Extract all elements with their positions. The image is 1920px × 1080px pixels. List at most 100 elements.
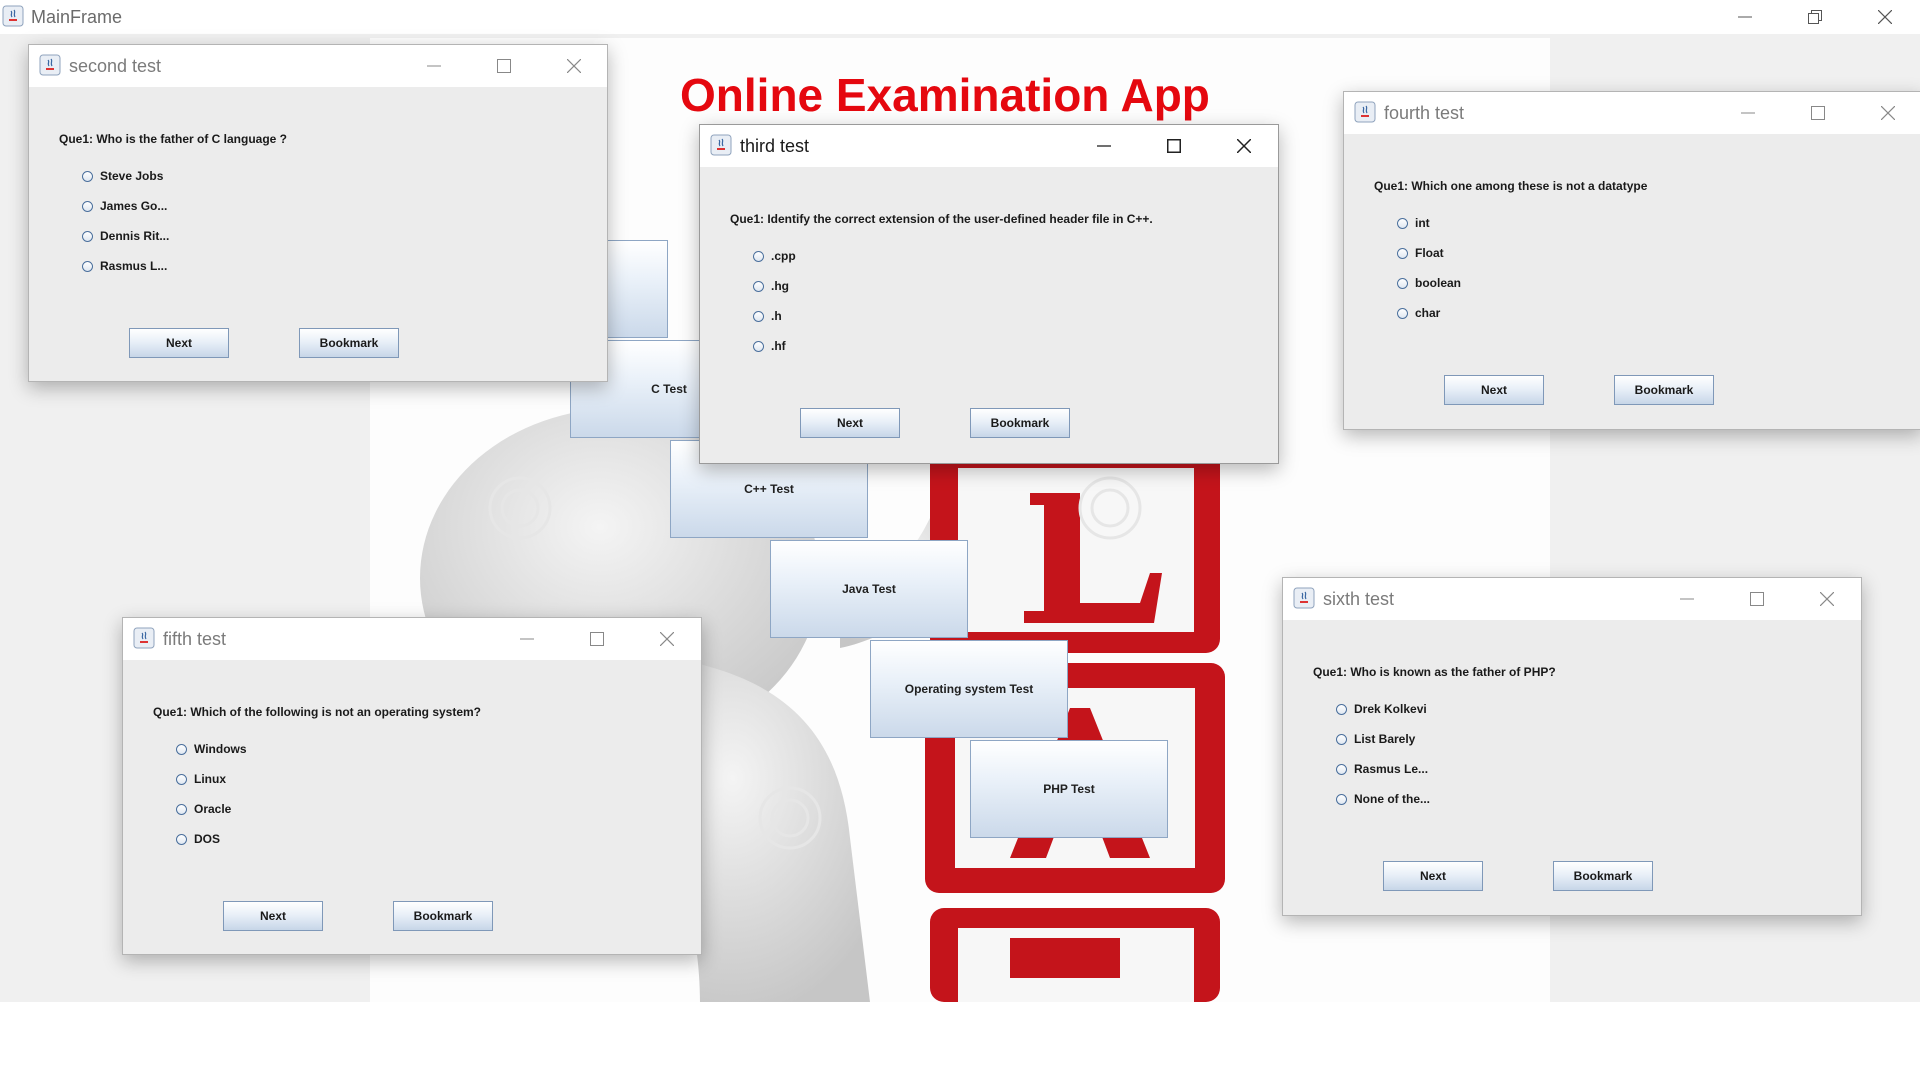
java-test-button[interactable]: Java Test <box>770 540 968 638</box>
option-radio[interactable]: Rasmus Le... <box>1336 760 1428 778</box>
maximize-button[interactable] <box>1783 92 1853 134</box>
option-label: .h <box>771 309 782 323</box>
option-radio[interactable]: Windows <box>176 740 247 758</box>
option-radio[interactable]: .cpp <box>753 247 796 265</box>
radio-icon <box>753 250 764 262</box>
option-radio[interactable]: Steve Jobs <box>82 167 163 185</box>
option-radio[interactable]: .h <box>753 307 782 325</box>
minimize-icon <box>1738 16 1752 18</box>
option-label: char <box>1415 306 1441 320</box>
window-title: sixth test <box>1323 589 1395 609</box>
app-title: Online Examination App <box>680 69 1210 121</box>
minimize-button[interactable] <box>1652 578 1722 620</box>
next-button[interactable]: Next <box>800 408 900 438</box>
option-radio[interactable]: boolean <box>1397 274 1461 292</box>
option-radio[interactable]: Oracle <box>176 800 231 818</box>
next-button[interactable]: Next <box>223 901 323 931</box>
radio-icon <box>82 200 93 212</box>
close-icon <box>1881 106 1895 120</box>
option-radio[interactable]: Drek Kolkevi <box>1336 700 1427 718</box>
minimize-button[interactable] <box>492 618 562 660</box>
option-label: Drek Kolkevi <box>1354 702 1427 716</box>
minimize-button[interactable] <box>1710 0 1780 34</box>
option-radio[interactable]: int <box>1397 214 1430 232</box>
fourth-test-titlebar[interactable]: fourth test <box>1344 92 1920 134</box>
radio-icon <box>176 743 187 755</box>
close-button[interactable] <box>632 618 702 660</box>
bookmark-button[interactable]: Bookmark <box>970 408 1070 438</box>
option-radio[interactable]: Dennis Rit... <box>82 227 169 245</box>
sixth-test-titlebar[interactable]: sixth test <box>1283 578 1861 620</box>
minimize-button[interactable] <box>1069 125 1139 167</box>
option-label: Float <box>1415 246 1444 260</box>
bookmark-button[interactable]: Bookmark <box>299 328 399 358</box>
radio-icon <box>1397 217 1408 229</box>
os-test-button[interactable]: Operating system Test <box>870 640 1068 738</box>
restore-button[interactable] <box>1780 0 1850 34</box>
bookmark-button[interactable]: Bookmark <box>393 901 493 931</box>
radio-icon <box>753 310 764 322</box>
option-radio[interactable]: Rasmus L... <box>82 257 167 275</box>
maximize-icon <box>590 632 604 646</box>
next-button[interactable]: Next <box>1444 375 1544 405</box>
option-radio[interactable]: None of the... <box>1336 790 1430 808</box>
option-label: Rasmus L... <box>100 259 168 273</box>
option-radio[interactable]: Float <box>1397 244 1444 262</box>
close-button[interactable] <box>539 45 609 87</box>
second-test-titlebar[interactable]: second test <box>29 45 607 87</box>
option-label: Windows <box>194 742 247 756</box>
mainframe-titlebar[interactable]: MainFrame <box>0 0 1920 34</box>
java-icon <box>39 54 61 76</box>
option-label: Steve Jobs <box>100 169 164 183</box>
bookmark-button[interactable]: Bookmark <box>1614 375 1714 405</box>
option-label: boolean <box>1415 276 1462 290</box>
fourth-test-window: fourth test Que1: Which one among these … <box>1343 91 1920 430</box>
option-radio[interactable]: List Barely <box>1336 730 1415 748</box>
option-label: None of the... <box>1354 792 1430 806</box>
minimize-button[interactable] <box>399 45 469 87</box>
php-test-button[interactable]: PHP Test <box>970 740 1168 838</box>
third-test-titlebar[interactable]: third test <box>700 125 1278 167</box>
option-label: Dennis Rit... <box>100 229 170 243</box>
restore-icon <box>1808 10 1822 24</box>
option-radio[interactable]: .hg <box>753 277 789 295</box>
option-label: Oracle <box>194 802 232 816</box>
radio-icon <box>753 280 764 292</box>
fifth-test-titlebar[interactable]: fifth test <box>123 618 701 660</box>
option-radio[interactable]: Linux <box>176 770 226 788</box>
close-icon <box>1820 592 1834 606</box>
option-radio[interactable]: James Go... <box>82 197 167 215</box>
close-icon <box>1878 10 1892 24</box>
bookmark-button[interactable]: Bookmark <box>1553 861 1653 891</box>
radio-icon <box>753 340 764 352</box>
maximize-button[interactable] <box>1722 578 1792 620</box>
close-button[interactable] <box>1850 0 1920 34</box>
maximize-button[interactable] <box>562 618 632 660</box>
maximize-icon <box>1167 139 1181 153</box>
maximize-button[interactable] <box>1139 125 1209 167</box>
radio-icon <box>1336 703 1347 715</box>
next-button[interactable]: Next <box>1383 861 1483 891</box>
third-test-window: third test Que1: Identify the correct ex… <box>699 124 1279 464</box>
close-icon <box>660 632 674 646</box>
minimize-icon <box>1741 112 1755 114</box>
minimize-button[interactable] <box>1713 92 1783 134</box>
option-radio[interactable]: .hf <box>753 337 786 355</box>
maximize-icon <box>1750 592 1764 606</box>
question-text: Que1: Who is known as the father of PHP? <box>1313 665 1556 679</box>
radio-icon <box>176 773 187 785</box>
radio-icon <box>82 170 93 182</box>
fifth-test-window: fifth test Que1: Which of the following … <box>122 617 702 955</box>
option-radio[interactable]: DOS <box>176 830 220 848</box>
close-button[interactable] <box>1853 92 1920 134</box>
option-label: Linux <box>194 772 226 786</box>
next-button[interactable]: Next <box>129 328 229 358</box>
radio-icon <box>176 833 187 845</box>
maximize-button[interactable] <box>469 45 539 87</box>
maximize-icon <box>497 59 511 73</box>
close-button[interactable] <box>1209 125 1279 167</box>
option-radio[interactable]: char <box>1397 304 1440 322</box>
close-button[interactable] <box>1792 578 1862 620</box>
radio-icon <box>1397 247 1408 259</box>
minimize-icon <box>427 65 441 67</box>
